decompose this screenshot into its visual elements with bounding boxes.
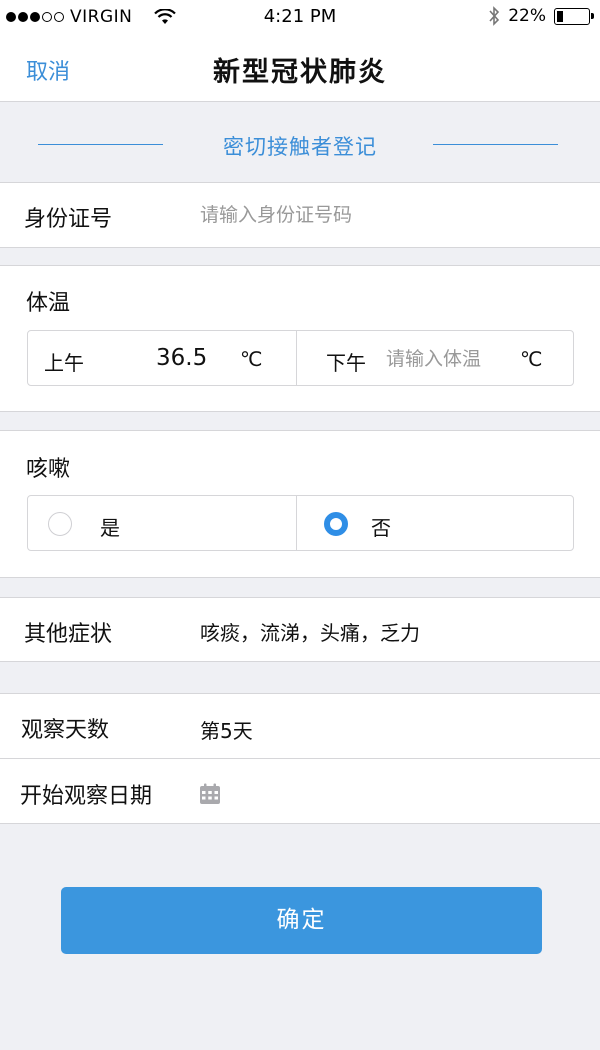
- battery-icon: [554, 7, 594, 25]
- section-divider-right: [433, 144, 558, 145]
- cough-divider: [296, 496, 297, 550]
- temperature-box: 上午 ℃ 下午 ℃: [27, 330, 574, 386]
- status-bar: VIRGIN 4:21 PM 22%: [0, 0, 600, 36]
- afternoon-label: 下午: [326, 351, 366, 375]
- calendar-icon[interactable]: [199, 783, 221, 805]
- status-right: 22%: [488, 6, 594, 26]
- observation-divider: [0, 758, 600, 759]
- observation-section: 观察天数 第5天 开始观察日期: [0, 693, 600, 824]
- morning-temperature-input[interactable]: [156, 343, 236, 373]
- bluetooth-icon: [489, 6, 500, 26]
- observation-days-label: 观察天数: [21, 718, 110, 743]
- temperature-label: 体温: [26, 291, 71, 316]
- temperature-divider: [296, 331, 297, 385]
- cough-yes-radio[interactable]: [48, 512, 72, 536]
- cough-section: 咳嗽 是 否: [0, 430, 600, 578]
- other-symptoms-value: 咳痰，流涕，头痛，乏力: [200, 621, 420, 645]
- confirm-button[interactable]: 确定: [61, 887, 542, 954]
- nav-bar: 取消 新型冠状肺炎: [0, 36, 600, 102]
- afternoon-temperature-input[interactable]: [386, 344, 504, 374]
- id-number-input[interactable]: [200, 201, 560, 229]
- id-number-row: 身份证号: [0, 182, 600, 248]
- page-title: 新型冠状肺炎: [213, 57, 387, 88]
- morning-unit: ℃: [240, 347, 263, 371]
- cough-no-label[interactable]: 否: [371, 512, 391, 541]
- id-number-label: 身份证号: [24, 207, 113, 232]
- start-date-label: 开始观察日期: [20, 784, 153, 809]
- other-symptoms-row[interactable]: 其他症状 咳痰，流涕，头痛，乏力: [0, 597, 600, 662]
- cough-label: 咳嗽: [26, 457, 71, 482]
- other-symptoms-label: 其他症状: [24, 622, 113, 647]
- temperature-section: 体温 上午 ℃ 下午 ℃: [0, 265, 600, 412]
- cough-yes-label[interactable]: 是: [100, 512, 120, 541]
- section-header: 密切接触者登记: [0, 103, 600, 183]
- cough-no-radio[interactable]: [324, 512, 348, 536]
- section-title: 密切接触者登记: [223, 135, 377, 159]
- morning-label: 上午: [44, 351, 84, 375]
- battery-percentage: 22%: [508, 6, 546, 26]
- afternoon-unit: ℃: [520, 347, 543, 371]
- cough-options-box: 是 否: [27, 495, 574, 551]
- observation-days-value: 第5天: [200, 719, 253, 743]
